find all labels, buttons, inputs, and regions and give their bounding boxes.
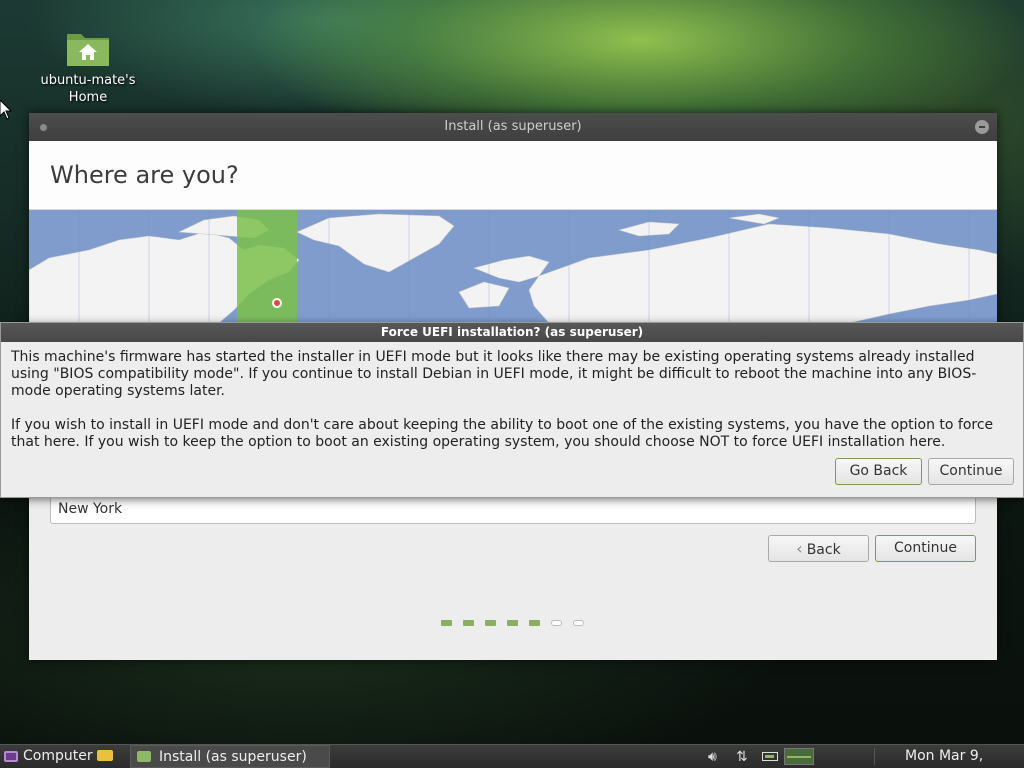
selected-timezone-band: [237, 210, 297, 323]
computer-icon: [4, 751, 18, 762]
step-indicator: [507, 620, 518, 626]
step-indicator: [573, 620, 584, 626]
desktop-icon-label: ubuntu-mate's Home: [40, 73, 136, 105]
uefi-dialog: Force UEFI installation? (as superuser) …: [0, 322, 1024, 498]
chevron-left-icon: ‹: [796, 539, 803, 558]
home-folder-icon: [65, 28, 111, 68]
timezone-map[interactable]: [29, 210, 997, 323]
back-button[interactable]: ‹ Back: [768, 535, 869, 562]
dialog-paragraph-1: This machine's firmware has started the …: [11, 349, 977, 399]
folder-icon: [97, 750, 113, 761]
taskbar-separator: [874, 748, 900, 765]
volume-icon[interactable]: 🔊︎: [708, 750, 717, 764]
mouse-cursor-icon: [0, 100, 12, 120]
dialog-paragraph-2: If you wish to install in UEFI mode and …: [11, 417, 994, 450]
world-map-land: [29, 210, 997, 323]
step-indicator: [551, 620, 562, 626]
desktop-home-folder[interactable]: ubuntu-mate's Home: [36, 28, 140, 106]
go-back-button[interactable]: Go Back: [835, 458, 922, 485]
network-icon[interactable]: ⇅: [736, 750, 748, 764]
installer-icon: [137, 751, 151, 762]
clock[interactable]: Mon Mar 9, 23:08: [905, 745, 1024, 768]
dialog-message: This machine's firmware has started the …: [1, 342, 1023, 451]
heading-band: Where are you?: [29, 141, 997, 210]
window-titlebar[interactable]: Install (as superuser): [29, 113, 997, 141]
taskbar: Computer Install (as superuser) 🔊︎ ⇅ Mon…: [0, 744, 1024, 768]
minimize-icon[interactable]: [975, 120, 989, 134]
window-menu-icon[interactable]: [40, 124, 47, 131]
dialog-continue-button[interactable]: Continue: [928, 458, 1014, 485]
page-title: Where are you?: [50, 161, 239, 189]
dialog-title[interactable]: Force UEFI installation? (as superuser): [1, 323, 1023, 342]
files-launcher[interactable]: [97, 745, 113, 768]
window-title: Install (as superuser): [444, 119, 582, 134]
step-indicator: [485, 620, 496, 626]
location-pin-icon: [272, 298, 282, 308]
battery-icon[interactable]: [762, 752, 778, 761]
continue-button[interactable]: Continue: [875, 535, 976, 562]
step-indicator: [529, 620, 540, 626]
workspace-switcher[interactable]: [784, 748, 814, 765]
step-indicator: [441, 620, 452, 626]
step-indicator: [463, 620, 474, 626]
taskbar-task-installer[interactable]: Install (as superuser): [130, 745, 330, 768]
computer-menu[interactable]: Computer: [4, 745, 93, 768]
timezone-input[interactable]: New York: [50, 495, 976, 524]
